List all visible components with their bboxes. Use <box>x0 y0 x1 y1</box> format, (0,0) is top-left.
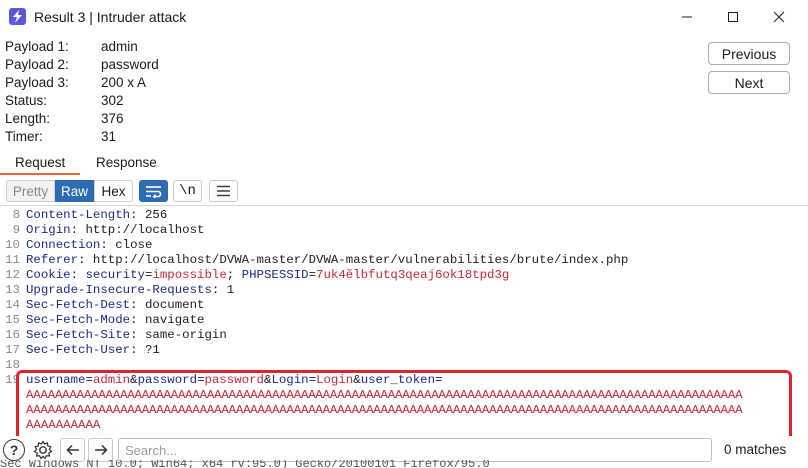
header-name: Cookie <box>26 268 71 282</box>
arrow-left-icon <box>65 444 79 456</box>
editor-toolbar: Pretty Raw Hex \n <box>0 178 808 204</box>
hamburger-menu-icon <box>217 185 230 197</box>
help-icon[interactable]: ? <box>3 439 25 461</box>
arrow-right-icon <box>94 444 108 456</box>
maximize-button[interactable] <box>710 0 756 33</box>
header-name: Referer <box>26 253 79 267</box>
header-value: 1 <box>219 283 235 297</box>
maximize-icon <box>728 11 738 22</box>
header-value: navigate <box>137 313 205 327</box>
header-value: ?1 <box>137 343 160 357</box>
header-name: Content-Length <box>26 208 131 222</box>
payload3-value: 200 x A <box>101 74 147 90</box>
next-button[interactable]: Next <box>708 71 790 94</box>
menu-button[interactable] <box>209 180 238 202</box>
show-newlines-button[interactable]: \n <box>173 180 202 202</box>
header-name: Sec-Fetch-Dest <box>26 298 131 312</box>
raw-view-button[interactable]: Raw <box>55 180 94 202</box>
status-value: 302 <box>101 92 124 108</box>
length-value: 376 <box>101 110 124 126</box>
cookie-name: security <box>85 268 146 282</box>
info-row-payload2: Payload 2: password <box>5 56 159 72</box>
cookie-value: impossible <box>152 268 227 282</box>
word-wrap-button[interactable] <box>139 180 168 202</box>
header-value: http://localhost <box>78 223 205 237</box>
active-tab-indicator <box>0 173 80 175</box>
header-name: Sec-Fetch-Site <box>26 328 131 342</box>
minimize-button[interactable] <box>664 0 710 33</box>
header-value: document <box>137 298 205 312</box>
previous-match-button[interactable] <box>60 438 85 462</box>
burp-app-icon <box>9 8 26 25</box>
payload2-value: password <box>101 56 159 72</box>
cookie-name: PHPSESSID <box>241 268 309 282</box>
header-name: Origin <box>26 223 71 237</box>
close-icon <box>773 11 785 22</box>
info-row-payload1: Payload 1: admin <box>5 38 138 54</box>
settings-button[interactable] <box>30 438 56 462</box>
header-name: Sec-Fetch-Mode <box>26 313 131 327</box>
minimize-icon <box>682 16 692 17</box>
info-row-status: Status: 302 <box>5 92 124 108</box>
timer-value: 31 <box>101 128 117 144</box>
match-count: 0 matches <box>724 442 787 457</box>
previous-button[interactable]: Previous <box>708 42 790 65</box>
raw-request-editor[interactable]: 8 Content-Length: 256 9 Origin: http://loc… <box>0 205 808 437</box>
header-value: same-origin <box>137 328 227 342</box>
request-response-tabs: Request Response <box>0 150 808 175</box>
header-value: http://localhost/DVWA-master/DVWA-master… <box>85 253 629 267</box>
close-window-button[interactable] <box>756 0 802 33</box>
search-input[interactable] <box>118 438 712 462</box>
cookie-value: 7uk4ẽlbfutq3qeaj6ok18tpd3g <box>316 268 510 282</box>
info-row-payload3: Payload 3: 200 x A <box>5 74 147 90</box>
tab-response[interactable]: Response <box>96 150 157 175</box>
gear-icon <box>33 440 53 460</box>
header-value: 256 <box>137 208 168 222</box>
payload-highlight-box <box>16 370 792 437</box>
header-value: close <box>107 238 153 252</box>
info-row-length: Length: 376 <box>5 110 124 126</box>
next-match-button[interactable] <box>88 438 113 462</box>
word-wrap-icon <box>146 185 162 198</box>
cut-off-text-line: Sec Windows NT 10.0; Win64; x64 rv:95.0)… <box>0 460 490 468</box>
hex-view-button[interactable]: Hex <box>94 180 133 202</box>
payload1-value: admin <box>101 38 138 54</box>
result-info: Payload 1: admin Payload 2: password Paylo… <box>5 37 159 145</box>
header-name: Sec-Fetch-User <box>26 343 131 357</box>
window-title: Result 3 | Intruder attack <box>34 8 187 25</box>
info-row-timer: Timer: 31 <box>5 128 117 144</box>
pretty-view-button[interactable]: Pretty <box>6 180 55 202</box>
tab-request[interactable]: Request <box>15 150 65 175</box>
header-name: Connection <box>26 238 101 252</box>
header-name: Upgrade-Insecure-Requests <box>26 283 212 297</box>
title-bar: Result 3 | Intruder attack <box>0 0 808 33</box>
